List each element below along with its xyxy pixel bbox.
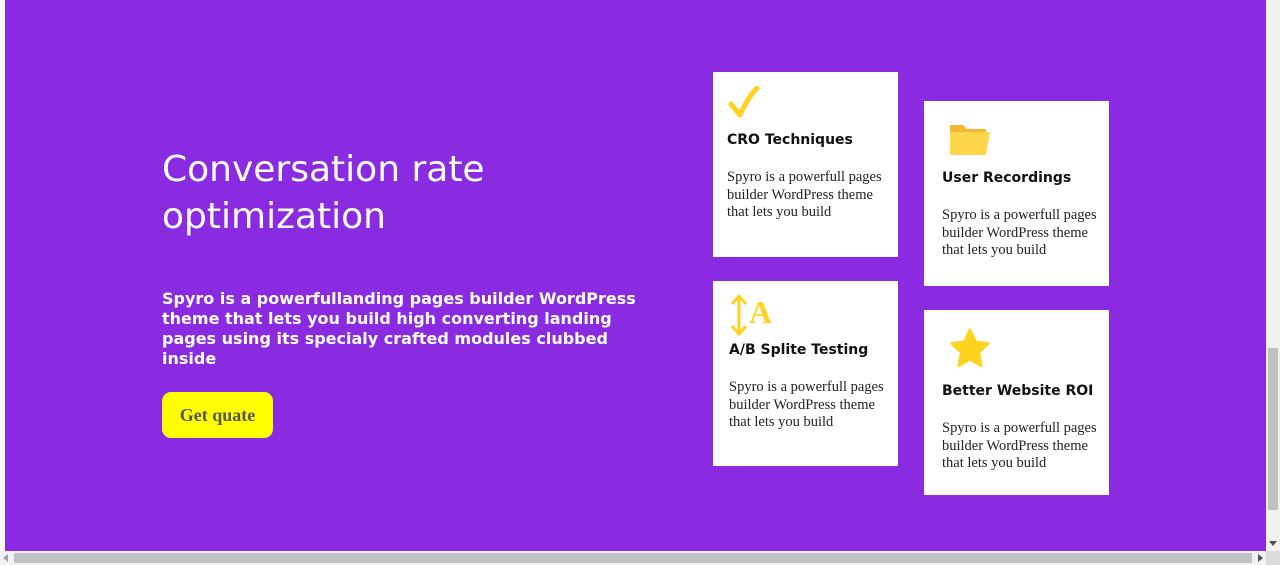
feature-title: User Recordings [942,170,1072,186]
feature-card-user-recordings: User Recordings Spyro is a powerfull pag… [924,101,1109,286]
feature-title: A/B Splite Testing [729,342,869,358]
hero-description: Spyro is a powerfullanding pages builder… [162,289,636,368]
feature-title: Better Website ROI [942,383,1094,399]
vertical-scrollbar[interactable] [1266,0,1280,551]
feature-card-cro: CRO Techniques Spyro is a powerfull page… [713,72,898,257]
feature-text: Spyro is a powerfull pages builder WordP… [729,379,884,430]
feature-title: CRO Techniques [727,132,853,148]
horizontal-scrollbar[interactable] [0,551,1266,565]
vertical-scrollbar-thumb[interactable] [1268,348,1278,510]
hero-section: Conversation rate optimization Spyro is … [5,0,1266,551]
scroll-right-arrow-icon[interactable] [1258,554,1263,562]
feature-card-website-roi: Better Website ROI Spyro is a powerfull … [924,310,1109,495]
page-title: Conversation rate optimization [162,149,485,237]
feature-text: Spyro is a powerfull pages builder WordP… [942,207,1097,258]
scroll-down-arrow-icon[interactable] [1269,541,1277,546]
feature-text: Spyro is a powerfull pages builder WordP… [942,420,1097,471]
feature-text: Spyro is a powerfull pages builder WordP… [727,169,882,220]
scrollbar-corner [1266,551,1280,565]
feature-card-ab-testing: A A/B Splite Testing Spyro is a powerful… [713,281,898,466]
svg-text:A: A [749,295,772,330]
folder-icon [948,121,998,161]
horizontal-scrollbar-thumb[interactable] [14,553,1252,563]
scroll-left-arrow-icon[interactable] [3,554,8,562]
ab-testing-icon: A [727,293,777,337]
star-icon [948,328,998,368]
get-quote-button[interactable]: Get quate [162,392,273,438]
checkmark-icon [727,85,777,126]
